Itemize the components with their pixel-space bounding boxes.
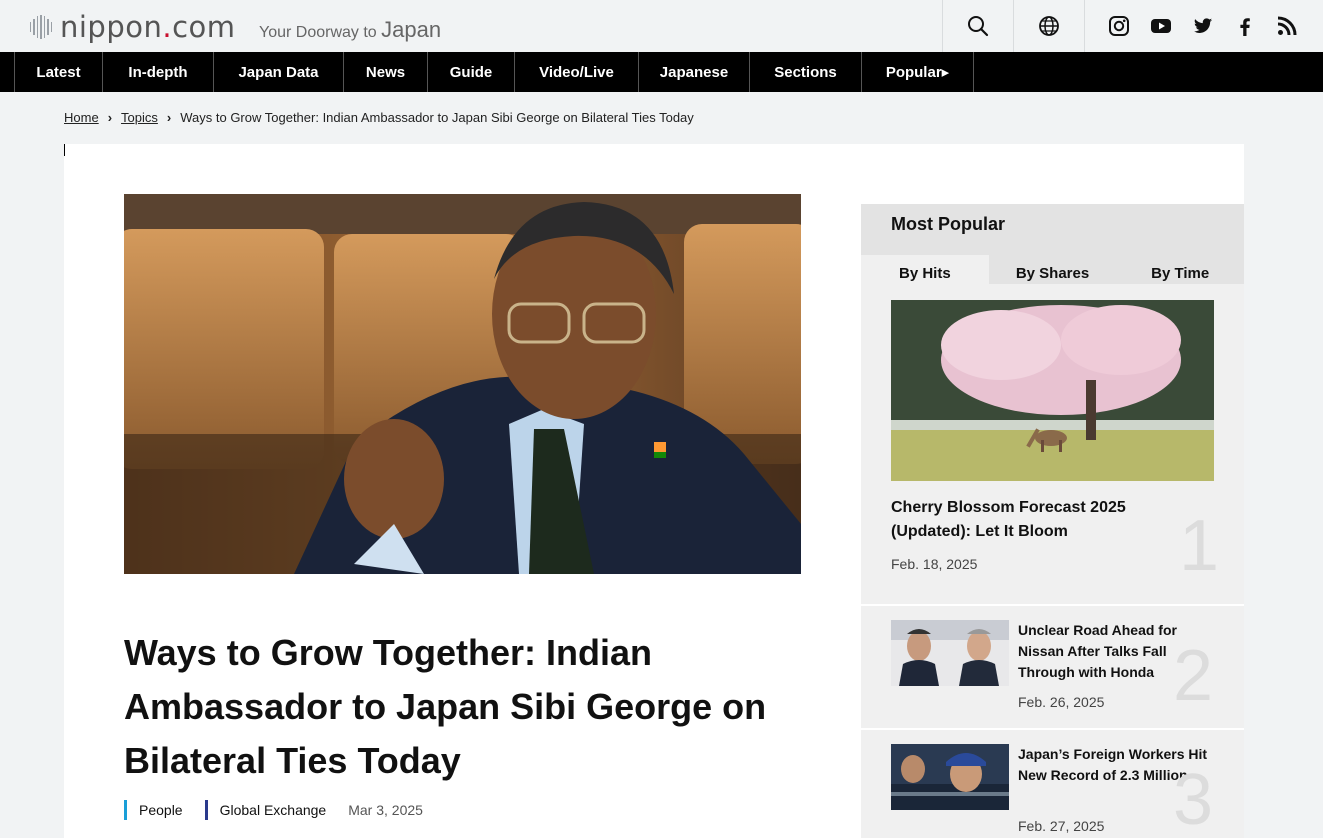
logo-mark-icon xyxy=(30,14,52,40)
text-cursor xyxy=(64,144,65,156)
popular-item-1-rank: 1 xyxy=(1179,506,1220,586)
nav-item-popular[interactable]: Popular▸ xyxy=(862,52,974,92)
category-people[interactable]: People xyxy=(124,800,183,820)
nav-item-japanese[interactable]: Japanese xyxy=(639,52,750,92)
facebook-icon[interactable] xyxy=(1233,14,1257,38)
nav-item-news[interactable]: News xyxy=(344,52,428,92)
nav-item-in-depth[interactable]: In-depth xyxy=(103,52,214,92)
category-bar xyxy=(204,800,208,820)
most-popular-title: Most Popular xyxy=(891,214,1006,234)
search-button[interactable] xyxy=(942,0,1013,52)
article-date: Mar 3, 2025 xyxy=(348,802,423,818)
category-label: People xyxy=(139,802,183,818)
nav-item-latest[interactable]: Latest xyxy=(15,52,103,92)
popular-item-2-rank: 2 xyxy=(1173,636,1214,716)
site-logo[interactable]: nippon.com xyxy=(30,10,236,44)
site-header: nippon.com Your Doorway to Japan xyxy=(0,0,1323,52)
breadcrumb: Home › Topics › Ways to Grow Together: I… xyxy=(64,110,694,125)
nav-item-japan-data[interactable]: Japan Data xyxy=(214,52,344,92)
nav-item-sections[interactable]: Sections xyxy=(750,52,862,92)
language-button[interactable] xyxy=(1013,0,1084,52)
category-bar xyxy=(124,800,127,820)
chevron-right-icon: › xyxy=(166,110,172,125)
logo-text: nippon.com xyxy=(60,10,236,44)
twitter-icon[interactable] xyxy=(1191,14,1215,38)
search-icon xyxy=(968,16,989,37)
popular-item-1-date: Feb. 18, 2025 xyxy=(891,556,978,572)
article-hero-image xyxy=(124,194,801,574)
rss-icon[interactable] xyxy=(1275,14,1299,38)
divider xyxy=(861,604,1244,606)
most-popular-panel: Most Popular By Hits By Shares By Time C… xyxy=(861,204,1244,838)
article-title: Ways to Grow Together: Indian Ambassador… xyxy=(124,632,767,781)
popular-item-3-image[interactable] xyxy=(891,744,1009,810)
chevron-right-icon: › xyxy=(107,110,113,125)
youtube-icon[interactable] xyxy=(1149,14,1173,38)
social-links xyxy=(1084,0,1323,52)
instagram-icon[interactable] xyxy=(1107,14,1131,38)
category-global-exchange[interactable]: Global Exchange xyxy=(204,800,327,820)
category-label: Global Exchange xyxy=(219,802,327,818)
popular-item-2-date: Feb. 26, 2025 xyxy=(1018,694,1105,710)
globe-icon xyxy=(1039,16,1059,36)
breadcrumb-topics-link[interactable]: Topics xyxy=(121,110,158,125)
article-container: Ways to Grow Together: Indian Ambassador… xyxy=(64,144,1244,838)
tab-by-hits[interactable]: By Hits xyxy=(861,255,989,284)
popular-item-1-image[interactable] xyxy=(891,300,1214,481)
popular-item-3-rank: 3 xyxy=(1173,760,1214,838)
popular-item-2-image[interactable] xyxy=(891,620,1009,686)
site-tagline: Your Doorway to Japan xyxy=(259,17,442,42)
divider xyxy=(861,728,1244,730)
tab-by-time[interactable]: By Time xyxy=(1116,255,1244,284)
breadcrumb-current: Ways to Grow Together: Indian Ambassador… xyxy=(180,110,694,125)
popular-tabs: By Hits By Shares By Time xyxy=(861,255,1244,284)
popular-item-3-date: Feb. 27, 2025 xyxy=(1018,818,1105,834)
main-nav: Latest In-depth Japan Data News Guide Vi… xyxy=(0,52,1323,92)
tab-by-shares[interactable]: By Shares xyxy=(989,255,1117,284)
popular-item-1-title[interactable]: Cherry Blossom Forecast 2025 (Updated): … xyxy=(891,496,1171,544)
article-meta: People Global Exchange Mar 3, 2025 xyxy=(124,800,423,820)
nav-item-guide[interactable]: Guide xyxy=(428,52,515,92)
nav-item-video-live[interactable]: Video/Live xyxy=(515,52,639,92)
breadcrumb-home-link[interactable]: Home xyxy=(64,110,99,125)
